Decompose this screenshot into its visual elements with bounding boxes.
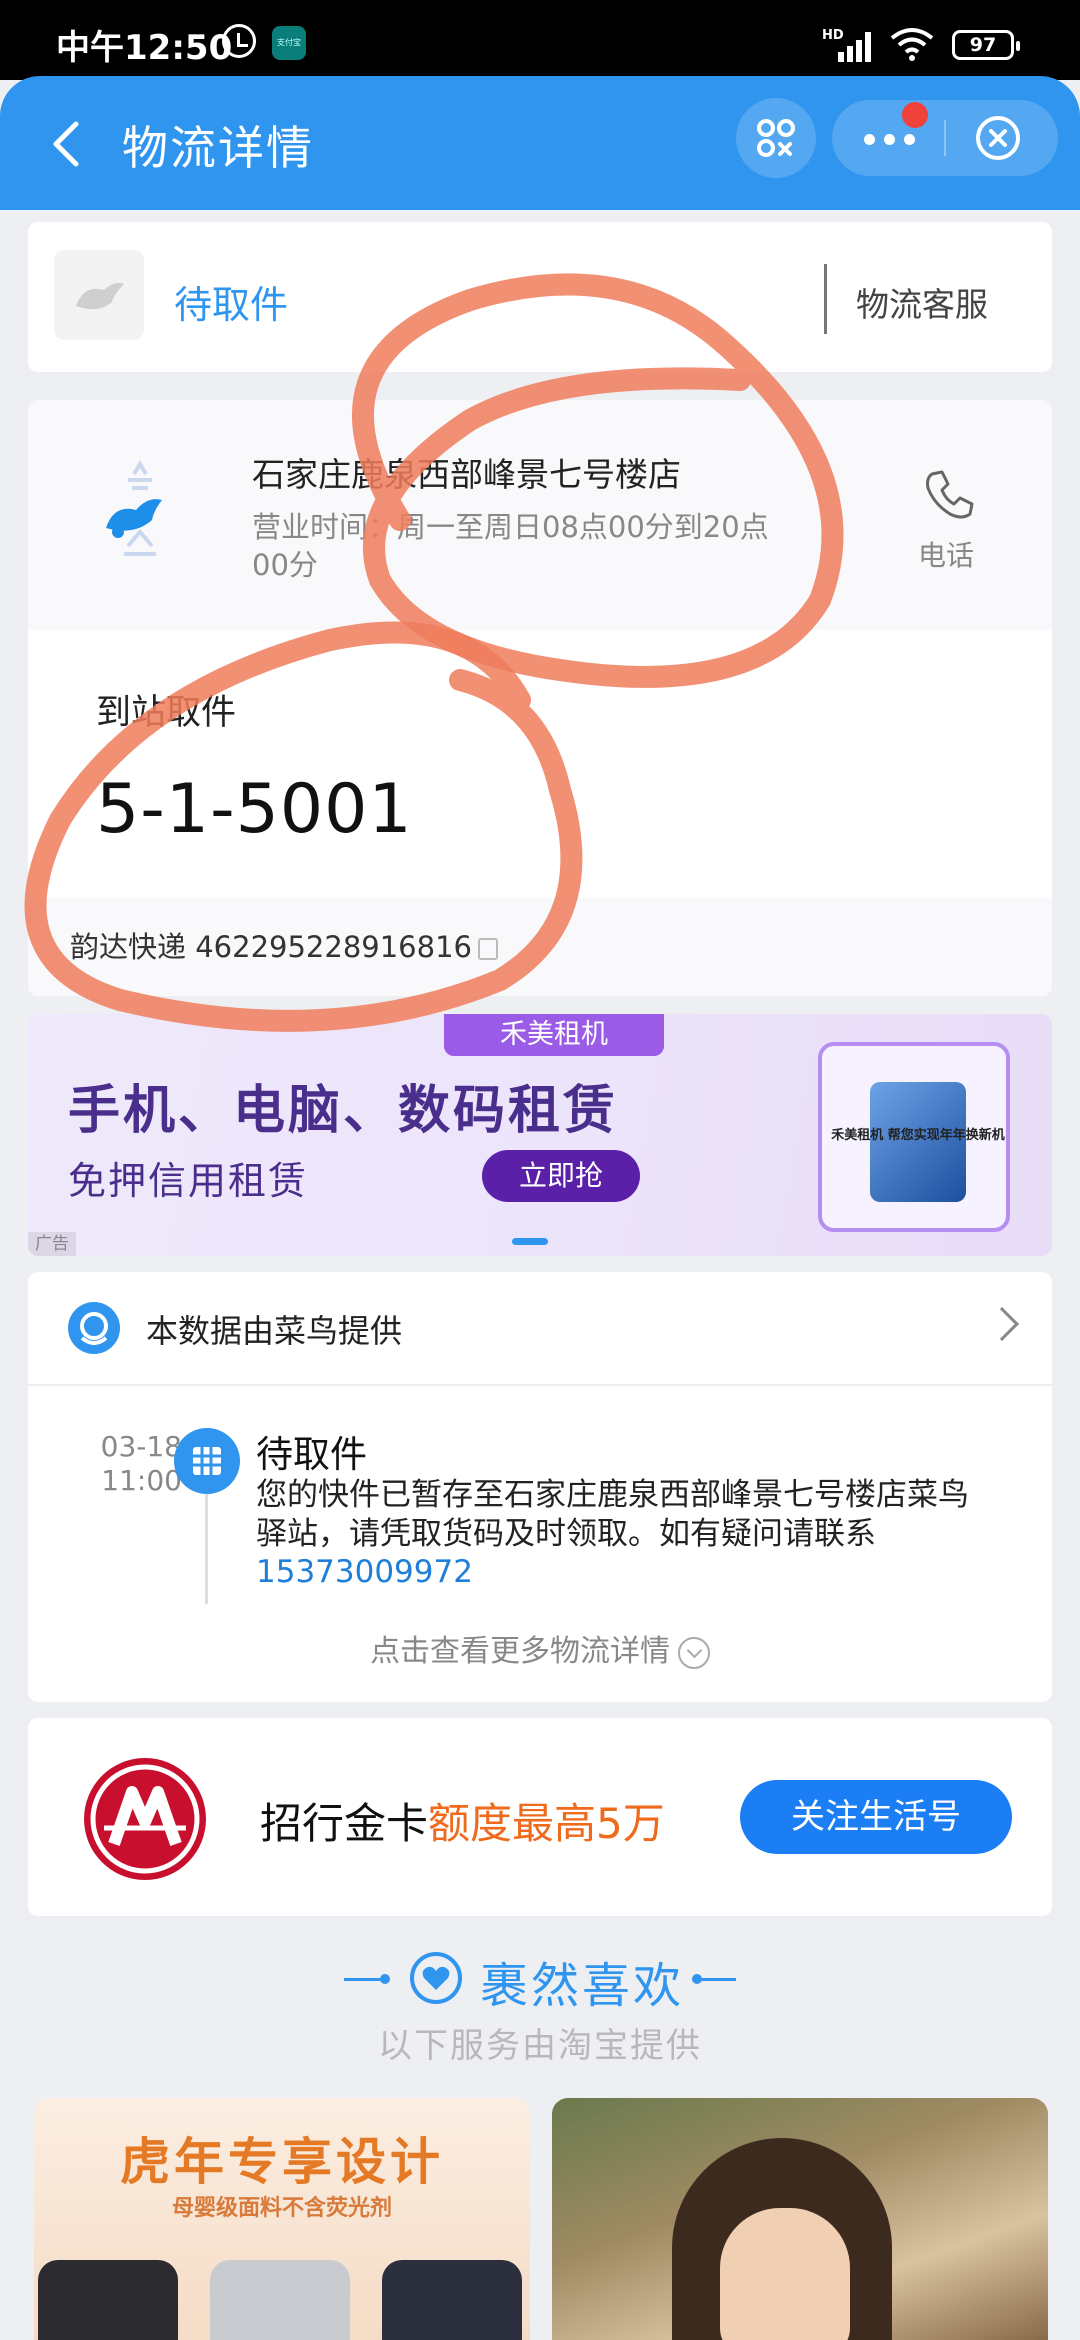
recommend-title: 裹然喜欢 bbox=[480, 1958, 685, 2014]
courier-logo bbox=[54, 250, 144, 340]
event-description: 您的快件已暂存至石家庄鹿泉西部峰景七号楼店菜鸟驿站，请凭取货码及时领取。如有疑问… bbox=[256, 1477, 969, 1552]
heart-icon bbox=[410, 1952, 462, 2004]
pickup-label: 到站取件 bbox=[96, 693, 237, 733]
event-time: 11:00 bbox=[101, 1464, 182, 1497]
more-details-link[interactable]: 点击查看更多物流详情 bbox=[28, 1626, 1052, 1670]
ad-headline: 手机、电脑、数码租赁 bbox=[68, 1081, 619, 1141]
parcel-status-card: 待取件 物流客服 bbox=[28, 222, 1052, 372]
pickup-code-box: 到站取件 5-1-5001 bbox=[28, 630, 1052, 898]
timeline-line bbox=[205, 1494, 208, 1604]
ad-cta-button[interactable]: 立即抢 bbox=[482, 1150, 640, 1202]
tracking-text: 韵达快递 462295228916816 bbox=[70, 930, 472, 964]
signal-icon bbox=[836, 30, 876, 62]
bag-image bbox=[210, 2260, 350, 2340]
more-details-text: 点击查看更多物流详情 bbox=[370, 1634, 670, 1669]
notification-dot bbox=[902, 102, 928, 128]
chevron-down-icon bbox=[678, 1636, 710, 1669]
pickup-code: 5-1-5001 bbox=[96, 770, 413, 849]
decor-dot bbox=[380, 1974, 390, 1984]
ad-banner[interactable]: 禾美租机 手机、电脑、数码租赁 免押信用租赁 立即抢 禾美租机 帮您实现年年换新… bbox=[28, 1014, 1052, 1256]
station-logo-icon bbox=[106, 460, 162, 556]
phone-icon[interactable] bbox=[918, 464, 978, 524]
ad-subtitle: 免押信用租赁 bbox=[68, 1159, 309, 1203]
follow-button[interactable]: 关注生活号 bbox=[740, 1780, 1012, 1854]
bank-promo-text: 招行金卡额度最高5万 bbox=[260, 1790, 665, 1851]
app-notification-icon: 支付宝 bbox=[272, 26, 306, 60]
product-tile-title: 虎年专享设计 bbox=[120, 2133, 444, 2191]
bank-logo bbox=[84, 1758, 206, 1880]
bird-icon bbox=[76, 282, 124, 310]
divider bbox=[824, 264, 827, 334]
ad-product-text: 禾美租机 帮您实现年年换新机 bbox=[831, 1128, 1005, 1143]
logistics-timeline-card: 本数据由菜鸟提供 03-18 11:00 待取件 您的快件已暂存至石家庄鹿泉西部… bbox=[28, 1272, 1052, 1702]
mini-program-icon bbox=[757, 119, 795, 157]
product-tile[interactable] bbox=[552, 2098, 1048, 2340]
decor-line bbox=[696, 1978, 736, 1981]
copy-icon[interactable] bbox=[477, 938, 498, 960]
station-hours: 营业时间：周一至周日08点00分到20点00分 bbox=[252, 510, 769, 582]
divider bbox=[28, 1384, 1052, 1386]
contact-phone-link[interactable]: 15373009972 bbox=[256, 1554, 473, 1590]
bank-card-name: 招行金卡 bbox=[260, 1799, 429, 1848]
recommend-subtitle: 以下服务由淘宝提供 bbox=[378, 2026, 702, 2066]
wifi-icon bbox=[890, 28, 934, 61]
alarm-icon bbox=[222, 24, 256, 58]
bag-image bbox=[382, 2260, 522, 2340]
capsule-divider bbox=[944, 120, 946, 156]
carousel-indicator bbox=[512, 1238, 548, 1245]
station-name: 石家庄鹿泉西部峰景七号楼店 bbox=[252, 455, 681, 494]
tracking-number: 韵达快递 462295228916816 bbox=[70, 924, 498, 966]
cainiao-icon bbox=[68, 1302, 120, 1354]
mini-program-capsule bbox=[832, 100, 1058, 176]
back-arrow-icon[interactable] bbox=[40, 114, 100, 174]
bank-promo-card: 招行金卡额度最高5万 关注生活号 bbox=[28, 1718, 1052, 1916]
bank-promo-highlight: 额度最高5万 bbox=[428, 1799, 665, 1848]
product-tile-subtitle: 母婴级面料不含荧光剂 bbox=[171, 2196, 392, 2221]
chevron-right-icon[interactable] bbox=[985, 1307, 1019, 1341]
ad-label: 广告 bbox=[28, 1232, 76, 1256]
product-tile[interactable]: 虎年专享设计 母婴级面料不含荧光剂 bbox=[34, 2098, 530, 2340]
mini-program-button[interactable] bbox=[736, 98, 816, 178]
ad-brand-tag: 禾美租机 bbox=[444, 1014, 664, 1056]
decor-line bbox=[344, 1978, 384, 1981]
close-icon[interactable] bbox=[974, 114, 1022, 162]
recommend-header: 裹然喜欢 bbox=[0, 1940, 1080, 2014]
title-bar: 物流详情 bbox=[0, 76, 1080, 210]
event-title: 待取件 bbox=[256, 1433, 367, 1476]
status-bar: 中午12:50 支付宝 HD 97 bbox=[0, 0, 1080, 80]
bag-image bbox=[38, 2260, 178, 2340]
ad-product-image: 禾美租机 帮您实现年年换新机 bbox=[818, 1042, 1010, 1232]
data-provider-text[interactable]: 本数据由菜鸟提供 bbox=[146, 1306, 402, 1352]
child-photo-face bbox=[720, 2208, 850, 2340]
page-title: 物流详情 bbox=[122, 121, 314, 175]
status-time: 中午12:50 bbox=[56, 28, 233, 68]
battery-icon: 97 bbox=[952, 30, 1020, 60]
logistics-service-link[interactable]: 物流客服 bbox=[856, 278, 988, 326]
parcel-status: 待取件 bbox=[174, 283, 289, 327]
timeline-status-icon bbox=[174, 1428, 240, 1494]
event-date: 03-18 bbox=[100, 1430, 182, 1463]
event-datetime: 03-18 11:00 bbox=[68, 1430, 182, 1498]
phone-label[interactable]: 电话 bbox=[918, 534, 974, 574]
pickup-station-card: 石家庄鹿泉西部峰景七号楼店 营业时间：周一至周日08点00分到20点00分 电话… bbox=[28, 400, 1052, 996]
